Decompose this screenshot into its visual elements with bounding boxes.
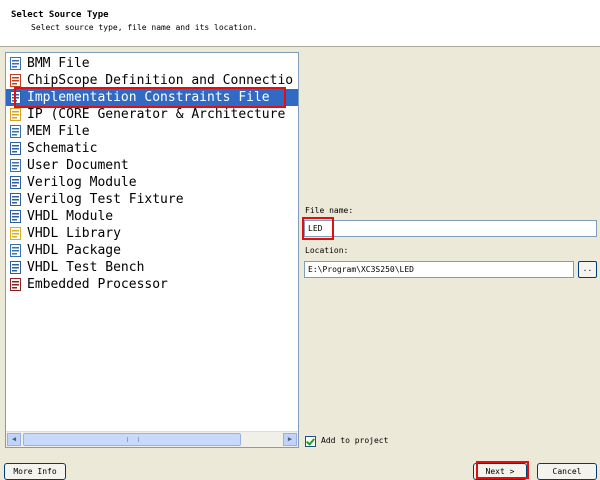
source-type-label: Schematic <box>27 141 98 156</box>
source-type-label: VHDL Test Bench <box>27 260 145 275</box>
scrollbar-thumb[interactable] <box>23 433 241 446</box>
source-type-label: IP (CORE Generator & Architecture <box>27 107 286 122</box>
source-type-item[interactable]: ChipScope Definition and Connectio <box>6 72 298 89</box>
file-name-input[interactable]: LED <box>304 220 597 237</box>
source-type-item[interactable]: VHDL Library <box>6 225 298 242</box>
scroll-right-button[interactable]: ▶ <box>283 433 297 446</box>
ip-core-icon <box>10 108 21 121</box>
source-type-label: MEM File <box>27 124 90 139</box>
source-type-list[interactable]: BMM File ChipScope Definition and Connect… <box>6 55 298 431</box>
source-type-item[interactable]: Verilog Test Fixture <box>6 191 298 208</box>
user-document-icon <box>10 159 21 172</box>
more-info-button[interactable]: More Info <box>4 463 66 480</box>
source-type-item[interactable]: Verilog Module <box>6 174 298 191</box>
source-type-label: Verilog Test Fixture <box>27 192 184 207</box>
source-type-label: VHDL Library <box>27 226 121 241</box>
vhdl-library-icon <box>10 227 21 240</box>
chipscope-icon <box>10 74 21 87</box>
location-label: Location: <box>305 246 349 255</box>
vhdl-module-icon <box>10 210 21 223</box>
header-title: Select Source Type <box>11 10 109 20</box>
source-type-item[interactable]: IP (CORE Generator & Architecture <box>6 106 298 123</box>
source-type-item[interactable]: Embedded Processor <box>6 276 298 293</box>
embedded-processor-icon <box>10 278 21 291</box>
mem-file-icon <box>10 125 21 138</box>
file-name-label: File name: <box>305 206 354 215</box>
source-type-label: BMM File <box>27 56 90 71</box>
schematic-icon <box>10 142 21 155</box>
source-type-label: Embedded Processor <box>27 277 168 292</box>
source-type-label: Verilog Module <box>27 175 137 190</box>
location-input[interactable]: E:\Program\XC3S250\LED <box>304 261 574 278</box>
vhdl-package-icon <box>10 244 21 257</box>
add-to-project-checkbox[interactable] <box>305 436 316 447</box>
cancel-button[interactable]: Cancel <box>537 463 597 480</box>
source-type-item[interactable]: BMM File <box>6 55 298 72</box>
source-type-item[interactable]: VHDL Test Bench <box>6 259 298 276</box>
verilog-module-icon <box>10 176 21 189</box>
source-type-label: VHDL Package <box>27 243 121 258</box>
vhdl-test-bench-icon <box>10 261 21 274</box>
verilog-test-fixture-icon <box>10 193 21 206</box>
add-to-project-label: Add to project <box>321 436 389 445</box>
constraints-file-icon <box>10 91 21 104</box>
bmm-file-icon <box>10 57 21 70</box>
check-mark-icon <box>306 436 315 446</box>
dialog-header: Select Source Type Select source type, f… <box>0 0 600 47</box>
source-type-item[interactable]: VHDL Module <box>6 208 298 225</box>
source-type-label: User Document <box>27 158 129 173</box>
next-button[interactable]: Next > <box>473 463 527 480</box>
source-type-item[interactable]: Schematic <box>6 140 298 157</box>
source-type-list-panel: BMM File ChipScope Definition and Connect… <box>5 52 299 448</box>
scroll-left-button[interactable]: ◀ <box>7 433 21 446</box>
source-type-item[interactable]: VHDL Package <box>6 242 298 259</box>
source-type-item[interactable]: Implementation Constraints File <box>6 89 298 106</box>
browse-button[interactable]: .. <box>578 261 597 278</box>
header-description: Select source type, file name and its lo… <box>31 23 258 32</box>
source-type-item[interactable]: MEM File <box>6 123 298 140</box>
source-type-label: ChipScope Definition and Connectio <box>27 73 294 88</box>
source-type-label: VHDL Module <box>27 209 114 224</box>
source-type-item[interactable]: User Document <box>6 157 298 174</box>
source-type-label: Implementation Constraints File <box>27 90 270 105</box>
horizontal-scrollbar[interactable]: ◀ ▶ <box>6 431 298 447</box>
